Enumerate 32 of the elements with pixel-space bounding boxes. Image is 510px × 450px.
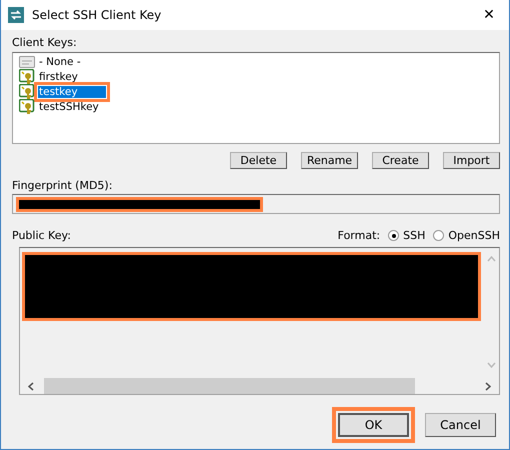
scroll-right-icon[interactable] <box>485 382 491 390</box>
key-list-item[interactable]: testkey <box>38 86 106 98</box>
key-action-button[interactable]: Create <box>372 152 429 169</box>
radio-label: OpenSSH <box>448 229 500 242</box>
key-icon <box>19 84 35 100</box>
dialog-button[interactable]: OK <box>338 413 409 437</box>
key-icon <box>19 68 35 84</box>
format-radio[interactable]: OpenSSH <box>433 229 500 242</box>
public-key-label: Public Key: <box>12 229 71 242</box>
scroll-left-icon[interactable] <box>28 382 34 390</box>
radio-circle[interactable] <box>388 230 400 241</box>
app-icon <box>8 7 24 23</box>
key-icon <box>19 98 35 114</box>
fingerprint-label: Fingerprint (MD5): <box>12 179 114 192</box>
key-action-button[interactable]: Rename <box>301 152 358 169</box>
key-list-item[interactable]: testSSHkey <box>38 100 100 112</box>
radio-circle[interactable] <box>433 230 444 241</box>
client-keys-label: Client Keys: <box>12 36 78 49</box>
close-button[interactable]: ✕ <box>469 0 509 30</box>
scrollbar-thumb[interactable] <box>44 378 415 394</box>
scroll-up-icon[interactable] <box>486 256 496 262</box>
key-list-item[interactable]: firstkey <box>38 70 79 82</box>
card-icon <box>19 54 35 68</box>
dialog-button[interactable]: Cancel <box>425 413 496 437</box>
key-action-button[interactable]: Delete <box>230 152 287 169</box>
format-radio[interactable]: SSH <box>388 229 426 242</box>
format-label: Format: <box>338 229 380 242</box>
window-title: Select SSH Client Key <box>32 8 162 22</box>
radio-label: SSH <box>403 229 426 242</box>
key-list-item[interactable]: - None - <box>38 56 82 68</box>
key-action-button[interactable]: Import <box>443 152 500 169</box>
scroll-down-icon[interactable] <box>486 362 496 368</box>
